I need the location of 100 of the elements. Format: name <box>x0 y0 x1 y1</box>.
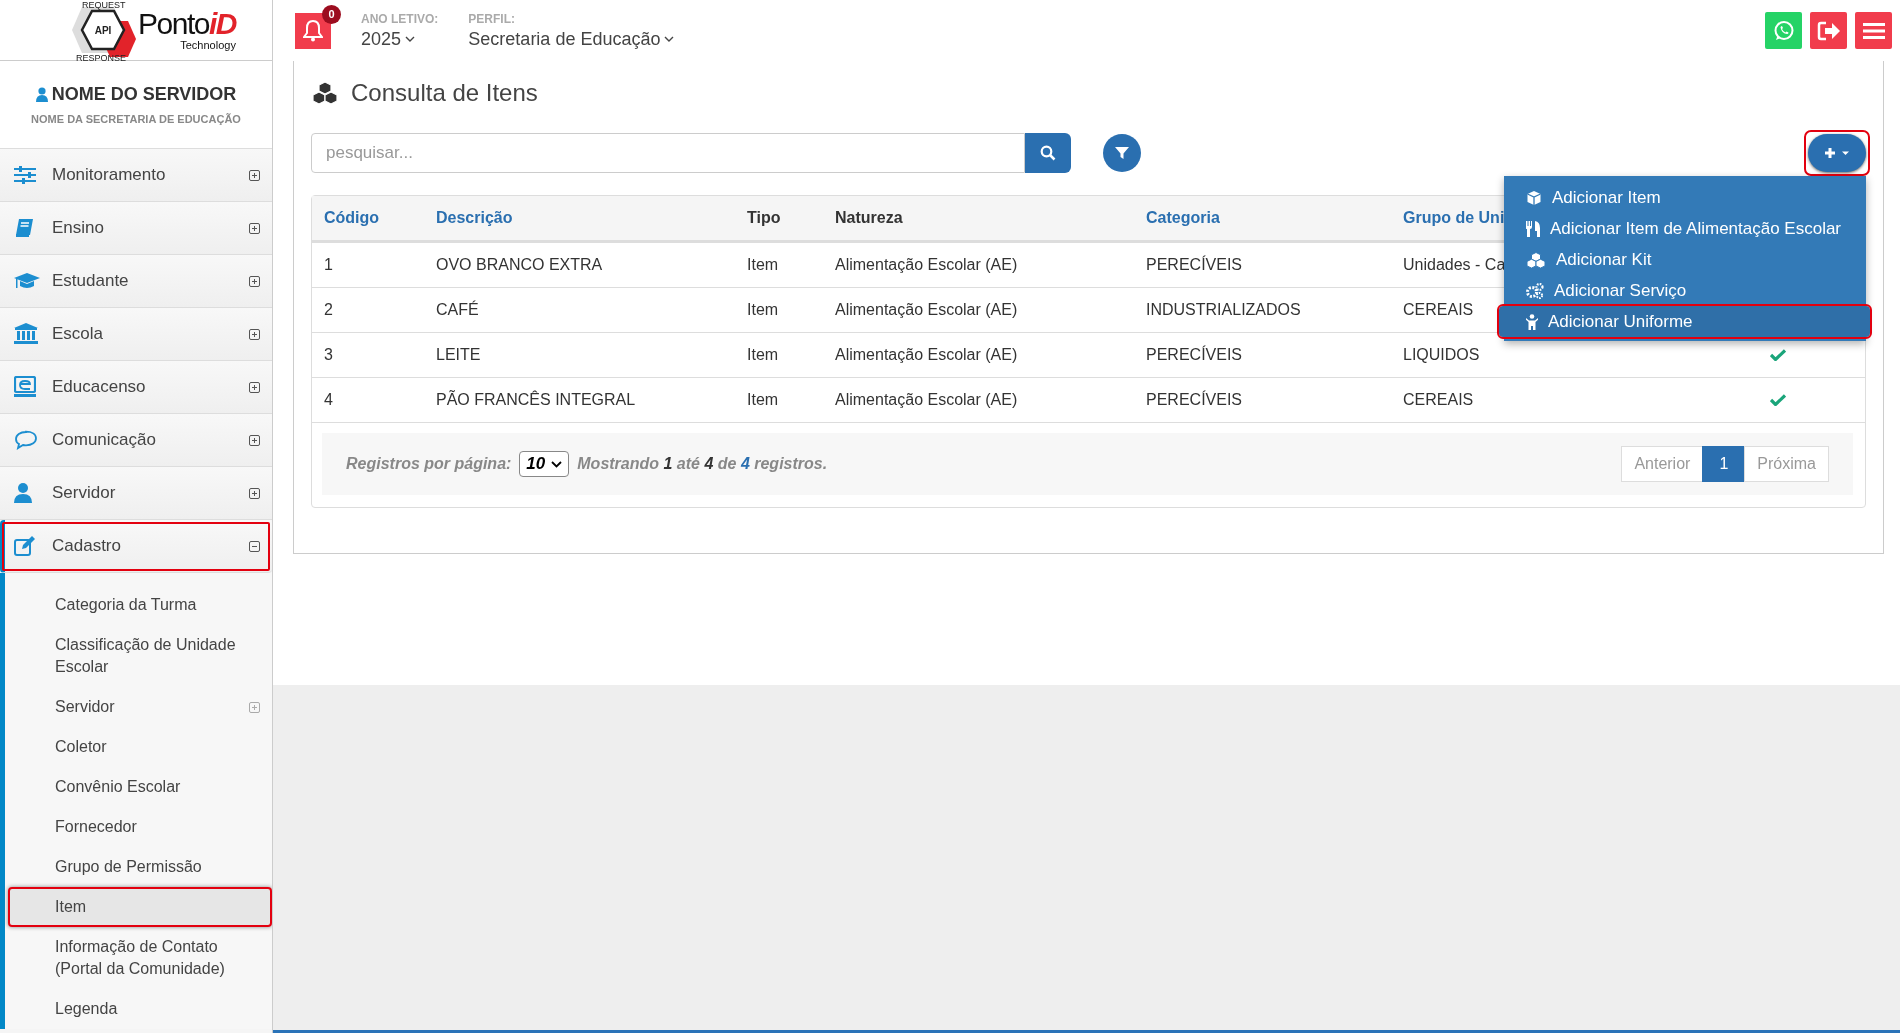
submenu-item[interactable]: Coletor <box>8 727 272 767</box>
brand-tagline: Technology <box>180 39 236 51</box>
bank-icon <box>14 323 38 345</box>
table-cell: CEREAIS <box>1403 391 1474 408</box>
table-cell: LIQUIDOS <box>1403 346 1480 363</box>
notification-count: 0 <box>322 4 341 24</box>
expand-icon[interactable] <box>249 487 260 499</box>
cube-icon <box>1526 189 1542 206</box>
table-cell: INDUSTRIALIZADOS <box>1146 301 1301 318</box>
search-icon <box>1040 145 1056 161</box>
chevron-down-icon <box>405 35 416 43</box>
chevron-down-icon <box>551 460 563 468</box>
notification-button[interactable] <box>295 12 331 49</box>
search-button[interactable] <box>1025 133 1071 173</box>
filter-button[interactable] <box>1103 134 1141 172</box>
logo-request-text: REQUEST <box>82 0 126 10</box>
table-cell: Item <box>747 256 779 273</box>
table-cell: CAFÉ <box>436 301 479 318</box>
table-cell: 4 <box>324 391 333 408</box>
table-cell: OVO BRANCO EXTRA <box>436 256 603 273</box>
submenu-item[interactable]: Categoria da Turma <box>8 585 272 625</box>
submenu-item[interactable]: Convênio Escolar <box>8 767 272 807</box>
collapse-icon[interactable] <box>249 540 260 552</box>
chevron-down-icon <box>664 35 675 43</box>
menu-button[interactable] <box>1855 12 1892 49</box>
plus-caret-icon <box>1823 146 1851 160</box>
cubes-icon <box>1526 251 1546 268</box>
profile-select[interactable]: Secretaria de Educação <box>468 28 675 50</box>
table-cell: Alimentação Escolar (AE) <box>835 256 1018 273</box>
table-cell: PERECÍVEIS <box>1146 391 1243 408</box>
submenu-item[interactable]: Fornecedor <box>8 807 272 847</box>
menu-icon <box>1862 21 1885 40</box>
brand-name: PontoiD <box>138 9 236 39</box>
cutlery-icon <box>1526 220 1540 237</box>
expand-icon[interactable] <box>249 275 260 287</box>
user-name: NOME DO SERVIDOR <box>51 84 237 105</box>
sidebar-item[interactable]: Cadastro <box>0 520 272 573</box>
user-icon <box>14 483 32 503</box>
per-page-label: Registros por página: <box>346 455 512 473</box>
table-cell: CEREAIS <box>1403 301 1474 318</box>
menu-item[interactable]: Adicionar Uniforme <box>1499 306 1870 337</box>
submenu-item[interactable]: Legenda <box>8 989 272 1029</box>
table-cell: LEITE <box>436 346 481 363</box>
menu-item[interactable]: Adicionar Item de Alimentação Escolar <box>1504 213 1866 244</box>
whatsapp-icon <box>1772 19 1795 42</box>
submenu-item[interactable]: Informação de Contato (Portal da Comunidade) <box>8 927 272 989</box>
column-header[interactable]: Código <box>312 209 424 227</box>
table-cell: PÃO FRANCÊS INTEGRAL <box>436 391 636 408</box>
records-summary: Mostrando 1 até 4 de 4 registros. <box>577 455 828 473</box>
menu-item[interactable]: Adicionar Serviço <box>1504 275 1866 306</box>
book-icon <box>14 218 34 238</box>
filter-icon <box>1115 146 1129 160</box>
table-cell: 1 <box>324 256 333 273</box>
table-cell: Alimentação Escolar (AE) <box>835 391 1018 408</box>
pagination-button[interactable]: 1 <box>1702 446 1746 482</box>
submenu-item[interactable]: Servidor <box>8 687 272 727</box>
school-year-select[interactable]: 2025 <box>361 28 439 50</box>
graduation-cap-icon <box>14 271 40 291</box>
gears-icon <box>1526 282 1544 299</box>
table-cell: Alimentação Escolar (AE) <box>835 346 1018 363</box>
submenu-item[interactable]: Grupo de Permissão <box>8 847 272 887</box>
expand-icon[interactable] <box>249 169 260 181</box>
expand-icon[interactable] <box>249 328 260 340</box>
submenu-item[interactable]: Item <box>8 887 272 927</box>
table-cell: PERECÍVEIS <box>1146 346 1243 363</box>
table-cell: Item <box>747 346 779 363</box>
child-icon <box>1526 313 1538 330</box>
table-cell: Unidades - Ca <box>1403 256 1506 273</box>
column-header[interactable]: Categoria <box>1134 209 1391 227</box>
bell-icon <box>303 19 323 42</box>
school-year-label: ANO LETIVO: <box>361 11 439 26</box>
table-cell: Alimentação Escolar (AE) <box>835 301 1018 318</box>
column-header: Natureza <box>834 209 904 227</box>
logout-button[interactable] <box>1810 12 1847 49</box>
search-field[interactable]: pesquisar... <box>311 133 1025 173</box>
page-title: Consulta de Itens <box>351 79 538 107</box>
submenu-item[interactable]: Classificação de Unidade Escolar <box>8 625 272 687</box>
logout-icon <box>1816 20 1841 41</box>
column-header[interactable]: Descrição <box>424 209 735 227</box>
per-page-select[interactable]: 10 <box>519 451 570 477</box>
menu-item[interactable]: Adicionar Item <box>1504 182 1866 213</box>
table-cell: PERECÍVEIS <box>1146 256 1243 273</box>
cubes-icon <box>311 81 339 105</box>
table-cell: 2 <box>324 301 333 318</box>
edit-icon <box>14 536 36 556</box>
logo-response-text: RESPONSE <box>76 53 126 61</box>
table-cell: Item <box>747 301 779 318</box>
profile-label: PERFIL: <box>468 11 516 26</box>
table-cell: Item <box>747 391 779 408</box>
expand-icon[interactable] <box>249 222 260 234</box>
expand-icon[interactable] <box>249 381 260 393</box>
monitor-icon <box>14 376 36 398</box>
logo-badge-text: API <box>94 25 112 36</box>
sliders-icon <box>14 166 36 184</box>
user-icon <box>35 87 48 102</box>
table-cell: 3 <box>324 346 333 363</box>
user-organization: NOME DA SECRETARIA DE EDUCAÇÃO <box>31 113 241 125</box>
menu-item[interactable]: Adicionar Kit <box>1504 244 1866 275</box>
expand-icon[interactable] <box>249 434 260 446</box>
column-header: Tipo <box>746 209 782 227</box>
